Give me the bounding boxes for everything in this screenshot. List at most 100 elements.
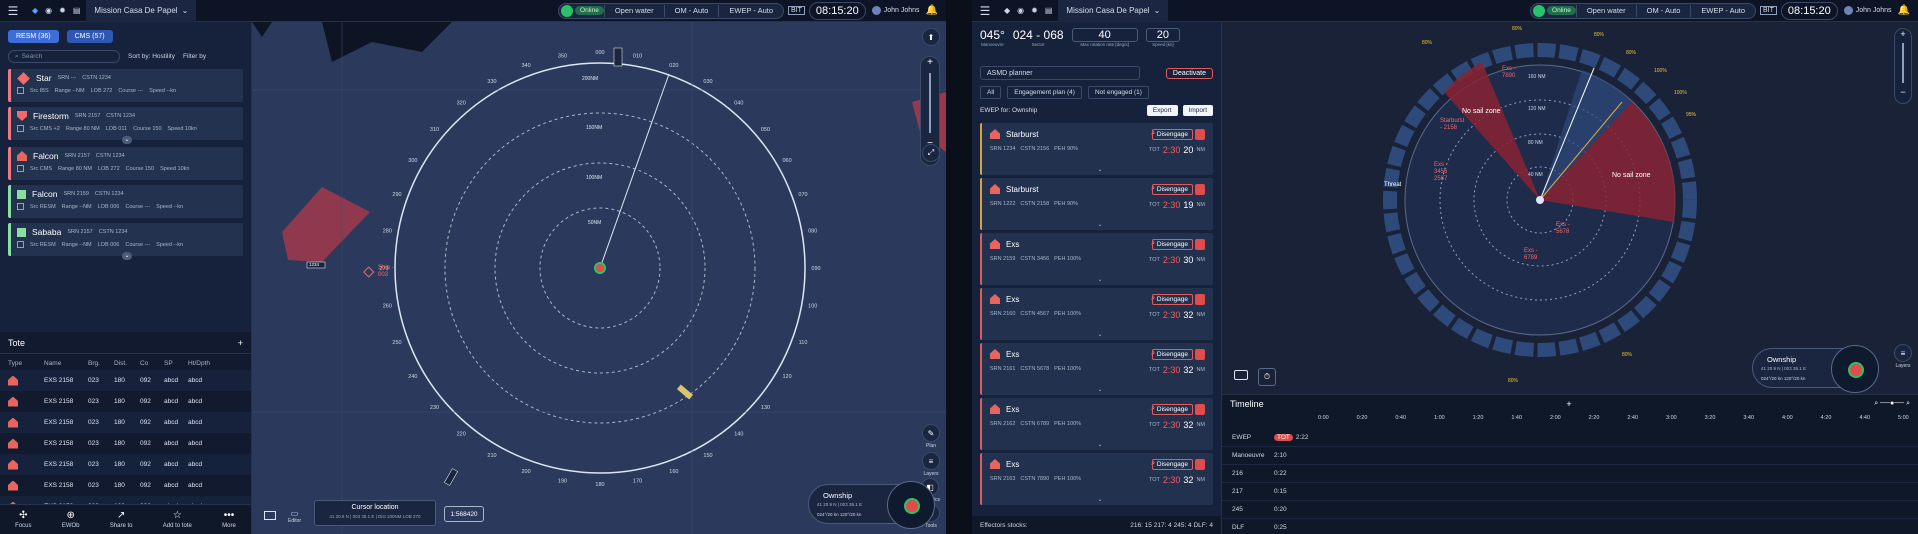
timeline-zoom[interactable]: ⌕ ──●── ⌕ [1874, 400, 1910, 408]
mission-selector[interactable]: Mission Casa De Papel ⌄ [1058, 0, 1169, 22]
scale-input[interactable]: 1:568420 [444, 506, 484, 522]
contact-diamond-icon[interactable] [363, 266, 375, 278]
contact-label[interactable]: Exs - 5678 [1556, 222, 1576, 236]
engagement-card[interactable]: Exs SRN 2161 CSTN 5678 PEH 100% ⌕ Disengage TO… [980, 343, 1213, 395]
plan-button[interactable]: ✎ Plan [922, 424, 940, 449]
engagement-card[interactable]: Starburst SRN 1234 CSTN 2156 PEH 90% ⌕ Diseng… [980, 123, 1213, 175]
close-icon[interactable] [1195, 349, 1205, 360]
mode-ewep[interactable]: EWEP - Auto [1691, 6, 1755, 15]
timeline-row[interactable]: EWEP TOT 2:22 [1222, 429, 1918, 447]
timeline-row[interactable]: Manoeuvre 2:10 [1222, 447, 1918, 465]
track-card[interactable]: Star SRN --- CSTN 1234 Src IBS Range --NM LO… [8, 69, 243, 102]
close-icon[interactable] [1195, 404, 1205, 415]
view-toggle[interactable] [1234, 370, 1248, 380]
bearing-marker[interactable] [444, 468, 458, 486]
mode-om[interactable]: OM - Auto [665, 6, 719, 15]
close-icon[interactable] [1195, 459, 1205, 470]
checkbox[interactable] [17, 241, 24, 248]
expand-chevron-icon[interactable]: ⌄ [122, 136, 132, 144]
track-card[interactable]: Firestorm SRN 2157 CSTN 1234 Src CMS +2 Ran… [8, 107, 243, 144]
zoom-out-icon[interactable]: − [1900, 87, 1905, 97]
contact-label[interactable]: Starburst - 2158 [1440, 118, 1466, 132]
manoeuvre-value[interactable]: 045° Manoeuvre [980, 28, 1005, 47]
ownship-dial[interactable] [1831, 345, 1879, 393]
status-pill[interactable]: Online Open water OM - Auto EWEP - Auto [1530, 2, 1757, 19]
bell-icon[interactable]: 🔔 [1898, 5, 1910, 16]
menu-icon[interactable]: ☰ [972, 4, 998, 18]
table-row[interactable]: EXS 2158 023 180 092 abcd abcd [0, 475, 251, 496]
add-icon[interactable]: + [1566, 399, 1571, 409]
nav-add-tote[interactable]: ☆ Add to tote [163, 510, 192, 529]
table-row[interactable]: EXS 2158 023 180 092 abcd abcd [0, 391, 251, 412]
timer-button[interactable]: ⏱ [1258, 368, 1276, 386]
col-brg[interactable]: Brg. [88, 360, 114, 367]
track-card[interactable]: Falcon SRN 2157 CSTN 1234 Src CMS Range 80 … [8, 147, 243, 180]
checkbox[interactable] [17, 203, 24, 210]
bit-badge[interactable]: BIT [1760, 6, 1777, 15]
table-row[interactable]: EXS 2158 023 180 092 abcd abcd [0, 454, 251, 475]
zoom-in-icon[interactable]: + [927, 57, 933, 68]
export-button[interactable]: Export [1146, 105, 1178, 116]
user-menu[interactable]: John Johns [866, 6, 926, 15]
zoom-slider[interactable] [1902, 43, 1904, 83]
contact-label[interactable]: Exs - 3456 2567 [1434, 162, 1454, 183]
bell-icon[interactable]: 🔔 [926, 5, 938, 16]
disengage-button[interactable]: Disengage [1151, 294, 1193, 305]
mission-selector[interactable]: Mission Casa De Papel ⌄ [86, 0, 197, 22]
layers-button[interactable]: ≡ Layers [922, 452, 940, 477]
document-icon[interactable]: ▤ [73, 6, 81, 15]
bearing-marker[interactable] [613, 47, 623, 67]
ownship-widget[interactable]: Ownship 41 20.9 N | 003 38.1 E 024°/20 k… [808, 481, 935, 529]
rotation-input[interactable]: 40 [1071, 28, 1138, 42]
mode-open-water[interactable]: Open water [1577, 6, 1636, 15]
effectors-stocks[interactable]: Effectors stocks: 216: 15 217: 4 245: 4 D… [972, 516, 1221, 534]
mode-om[interactable]: OM - Auto [1637, 6, 1691, 15]
chevron-down-icon[interactable]: ⌄ [1098, 276, 1103, 283]
editor-button[interactable]: ▭ Editor [288, 509, 301, 524]
track-card[interactable]: Falcon SRN 2159 CSTN 1234 Src RESM Range --… [8, 185, 243, 218]
timeline-row[interactable]: 245 0:20 [1222, 501, 1918, 519]
ewep-for-select[interactable]: EWEP for: Ownship [980, 107, 1037, 114]
col-sp[interactable]: SP [164, 360, 188, 367]
diamond-icon[interactable]: ◆ [1004, 6, 1010, 15]
filter-control[interactable]: Filter by [183, 53, 206, 60]
target-icon[interactable]: ◉ [45, 6, 52, 15]
nav-ewob[interactable]: ⊕ EWOb [62, 510, 80, 529]
engagement-card[interactable]: Exs SRN 2163 CSTN 7890 PEH 100% ⌕ Disengage TO… [980, 453, 1213, 505]
import-button[interactable]: Import [1182, 105, 1213, 116]
timeline-row[interactable]: DLF 0:25 [1222, 519, 1918, 534]
disengage-button[interactable]: Disengage [1151, 239, 1193, 250]
engagement-card[interactable]: Exs SRN 2159 CSTN 3456 PEH 100% ⌕ Disengage TO… [980, 233, 1213, 285]
chevron-down-icon[interactable]: ⌄ [1098, 166, 1103, 173]
user-menu[interactable]: John Johns [1838, 6, 1898, 15]
mode-open-water[interactable]: Open water [605, 6, 664, 15]
mode-ewep[interactable]: EWEP - Auto [719, 6, 783, 15]
disengage-button[interactable]: Disengage [1151, 129, 1193, 140]
engagement-card[interactable]: Starburst SRN 1222 CSTN 2158 PEH 90% ⌕ Diseng… [980, 178, 1213, 230]
fullscreen-button[interactable]: ⤢ [922, 144, 940, 162]
ownship-widget[interactable]: Ownship 41 20.9 N | 003 38.1 E 024°/20 k… [1752, 345, 1879, 393]
timeline-row[interactable]: 216 0:22 [1222, 465, 1918, 483]
nav-share[interactable]: ↗ Share to [110, 510, 133, 529]
ownship-marker[interactable] [1536, 196, 1544, 204]
tactical-map[interactable]: 000 010 020 030 040 050 060 070 080 090 100 110 120 1… [252, 22, 946, 534]
chip-resm[interactable]: RESM (36) [8, 30, 59, 43]
timeline-row[interactable]: 217 0:15 [1222, 483, 1918, 501]
contact-label[interactable]: Exs - 6789 [1524, 248, 1544, 262]
add-icon[interactable]: + [238, 338, 243, 348]
disengage-button[interactable]: Disengage [1151, 349, 1193, 360]
deactivate-button[interactable]: Deactivate [1165, 67, 1213, 79]
disengage-button[interactable]: Disengage [1151, 404, 1193, 415]
layers-button[interactable]: ≡ Layers [1894, 344, 1912, 369]
target-icon[interactable]: ◉ [1017, 6, 1024, 15]
planner-dropdown[interactable]: ASMD planner [980, 66, 1140, 80]
settings-icon[interactable]: ✹ [59, 6, 66, 15]
zoom-in-icon[interactable]: + [1900, 29, 1905, 39]
rotation-field[interactable]: 40 Max rotation rate [deg/s] [1071, 28, 1138, 47]
filter-engagement-plan[interactable]: Engagement plan (4) [1007, 86, 1082, 99]
bearing-marker[interactable] [676, 384, 694, 400]
diamond-icon[interactable]: ◆ [32, 6, 38, 15]
search-input[interactable]: ⌕ Search [8, 50, 120, 63]
disengage-button[interactable]: Disengage [1151, 459, 1193, 470]
checkbox[interactable] [17, 125, 24, 132]
